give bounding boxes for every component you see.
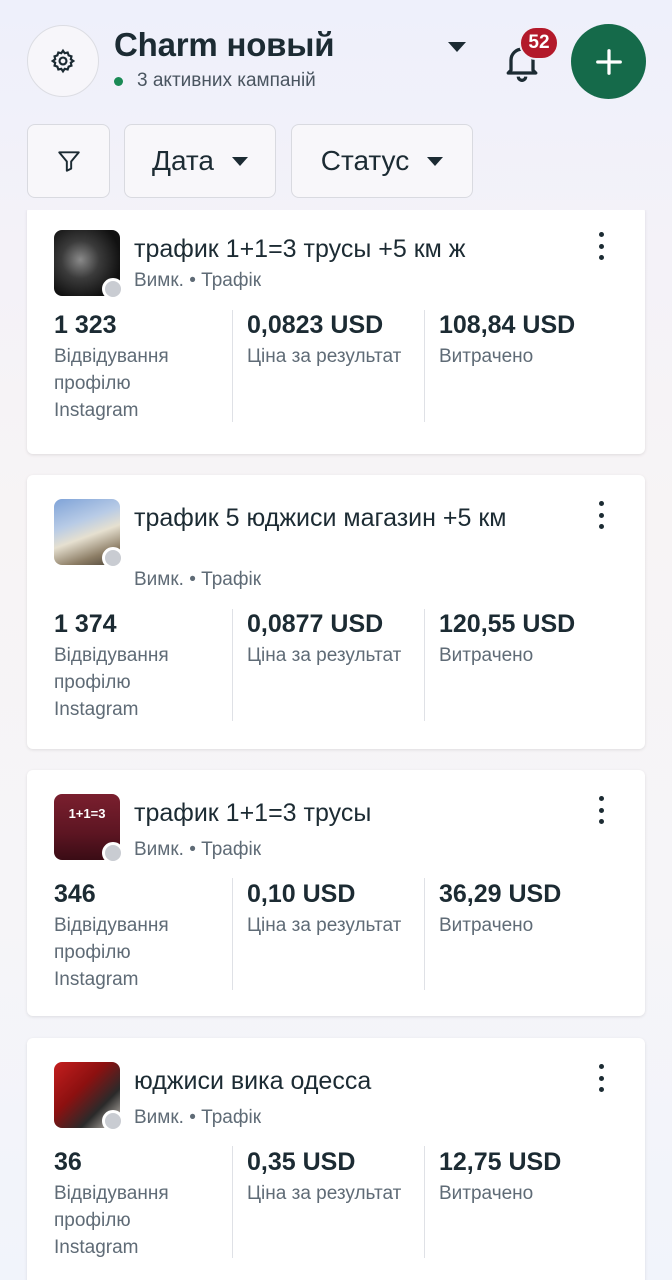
metric-label: Витрачено [439,1183,534,1204]
metric-value: 12,75 USD [439,1148,562,1176]
campaign-subtitle: Вимк. • Трафік [134,1107,261,1129]
more-options-button[interactable] [590,232,612,260]
metric-label: Відвідування профілю Instagram [54,1183,169,1258]
chevron-down-icon [427,156,444,166]
metric-value: 0,0823 USD [247,311,384,339]
campaign-status-indicator [102,278,124,300]
campaign-status-indicator [102,547,124,569]
campaign-list: трафик 1+1=3 трусы +5 км ж Вимк. • Трафі… [0,210,672,1280]
metric-label: Відвідування профілю Instagram [54,645,169,720]
campaign-subtitle: Вимк. • Трафік [134,839,261,861]
active-campaigns-text: 3 активних кампаній [137,70,316,91]
notifications-badge: 52 [519,26,559,60]
campaign-title: трафик 1+1=3 трусы [134,799,372,827]
metric-results: 1 323 Відвідування профілю Instagram [54,309,234,424]
campaign-status-indicator [102,842,124,864]
metric-spent: 12,75 USD Витрачено [439,1146,619,1207]
active-status-dot [114,76,123,86]
metric-value: 0,35 USD [247,1148,356,1176]
metric-value: 120,55 USD [439,610,576,638]
metric-results: 1 374 Відвідування профілю Instagram [54,608,234,723]
metric-label: Ціна за результат [247,645,402,666]
metric-label: Відвідування профілю Instagram [54,346,169,421]
metric-cost-per-result: 0,0877 USD Ціна за результат [247,608,427,669]
metric-value: 0,0877 USD [247,610,384,638]
metric-divider [424,1146,425,1258]
metric-divider [424,878,425,990]
metric-value: 1 323 [54,311,117,339]
separator: • [189,1107,196,1128]
metric-value: 0,10 USD [247,880,356,908]
metric-value: 36,29 USD [439,880,562,908]
campaign-card[interactable]: трафик 5 юджиси магазин +5 км Вимк. • Тр… [27,475,645,749]
more-options-button[interactable] [590,796,612,824]
metric-label: Ціна за результат [247,346,402,367]
campaign-title: юджиси вика одесса [134,1067,372,1095]
more-options-button[interactable] [590,501,612,529]
settings-button[interactable] [27,25,99,97]
date-filter-dropdown[interactable]: Дата [124,124,276,198]
metric-label: Витрачено [439,915,534,936]
campaign-objective: Трафік [201,1107,262,1128]
gear-icon [50,48,76,74]
campaign-card[interactable]: 1+1=3 трафик 1+1=3 трусы Вимк. • Трафік … [27,770,645,1016]
filter-icon [57,151,80,172]
metric-divider [232,609,233,721]
metric-label: Відвідування профілю Instagram [54,915,169,990]
campaign-status-indicator [102,1110,124,1132]
create-campaign-button[interactable] [571,24,646,99]
metric-label: Витрачено [439,645,534,666]
metric-value: 1 374 [54,610,117,638]
metric-results: 346 Відвідування профілю Instagram [54,878,234,993]
campaign-title: трафик 5 юджиси магазин +5 км [134,504,507,532]
metric-divider [424,310,425,422]
metric-value: 36 [54,1148,82,1176]
campaign-objective: Трафік [201,839,262,860]
active-campaigns-status: 3 активних кампаній [114,70,316,92]
chevron-down-icon [232,156,248,166]
more-options-button[interactable] [590,1064,612,1092]
metric-label: Витрачено [439,346,534,367]
metric-cost-per-result: 0,0823 USD Ціна за результат [247,309,427,370]
separator: • [189,569,196,590]
campaign-card[interactable]: юджиси вика одесса Вимк. • Трафік 36 Від… [27,1038,645,1280]
separator: • [189,270,196,291]
metric-label: Ціна за результат [247,1183,402,1204]
date-filter-label: Дата [151,145,214,176]
metric-divider [232,310,233,422]
metric-divider [232,1146,233,1258]
chevron-down-icon[interactable] [448,42,466,52]
separator: • [189,839,196,860]
metric-spent: 36,29 USD Витрачено [439,878,619,939]
campaign-status-text: Вимк. [134,1107,184,1128]
status-filter-dropdown[interactable]: Статус [291,124,473,198]
plus-icon [595,48,622,75]
metric-spent: 108,84 USD Витрачено [439,309,619,370]
app-header: Charm новый 3 активних кампаній 52 [0,0,672,120]
metric-divider [424,609,425,721]
campaign-objective: Трафік [201,270,262,291]
metric-cost-per-result: 0,35 USD Ціна за результат [247,1146,427,1207]
campaign-status-text: Вимк. [134,569,184,590]
campaign-subtitle: Вимк. • Трафік [134,270,261,292]
status-filter-label: Статус [320,145,410,176]
campaign-title: трафик 1+1=3 трусы +5 км ж [134,235,466,263]
metric-results: 36 Відвідування профілю Instagram [54,1146,234,1261]
filter-button[interactable] [27,124,110,198]
campaign-card[interactable]: трафик 1+1=3 трусы +5 км ж Вимк. • Трафі… [27,210,645,454]
campaign-objective: Трафік [201,569,262,590]
campaign-status-text: Вимк. [134,270,184,291]
metric-value: 346 [54,880,96,908]
account-name[interactable]: Charm новый [114,26,335,64]
campaign-status-text: Вимк. [134,839,184,860]
metric-value: 108,84 USD [439,311,576,339]
filter-bar: Дата Статус [0,124,672,200]
thumbnail-text: 1+1=3 [68,806,106,821]
metric-cost-per-result: 0,10 USD Ціна за результат [247,878,427,939]
metric-label: Ціна за результат [247,915,402,936]
metric-spent: 120,55 USD Витрачено [439,608,619,669]
campaign-subtitle: Вимк. • Трафік [134,569,261,591]
metric-divider [232,878,233,990]
